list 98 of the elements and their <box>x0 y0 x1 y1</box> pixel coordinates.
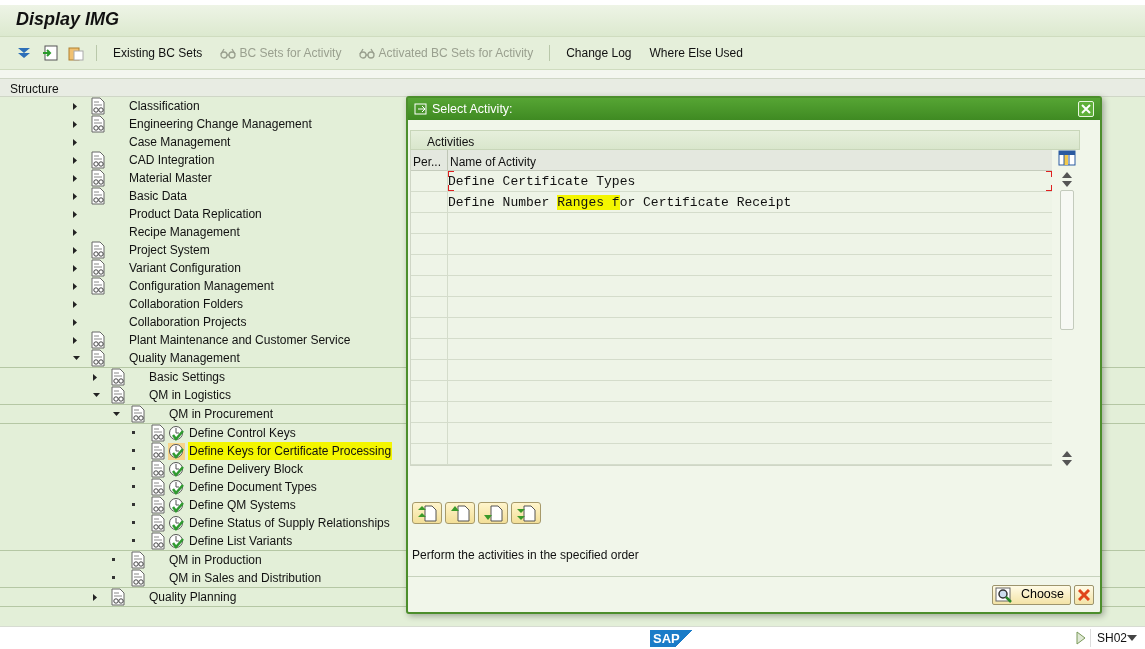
tree-node[interactable]: Quality Management <box>128 349 241 367</box>
clipboard-icon[interactable] <box>68 45 84 61</box>
expand-arrow-icon[interactable] <box>92 372 98 382</box>
expand-arrow-icon[interactable] <box>72 317 78 327</box>
collapse-arrow-icon[interactable] <box>112 411 121 417</box>
expand-arrow-icon[interactable] <box>72 299 78 309</box>
magnifier-icon <box>994 586 1013 603</box>
tree-node[interactable]: Recipe Management <box>128 223 241 241</box>
tree-node[interactable]: Define Control Keys <box>188 424 297 442</box>
bullet-icon <box>132 521 136 525</box>
bullet-icon <box>132 485 136 489</box>
glasses-icon <box>359 47 376 59</box>
expand-arrow-icon[interactable] <box>72 335 78 345</box>
tree-node[interactable]: QM in Sales and Distribution <box>168 569 323 587</box>
sap-logo: SAP <box>650 630 694 647</box>
toolbar-button[interactable]: Change Log <box>560 44 638 62</box>
close-icon <box>1081 104 1091 114</box>
tree-node[interactable]: Define List Variants <box>188 532 294 550</box>
window-title: Display IMG <box>16 9 121 31</box>
tree-node[interactable]: Classification <box>128 97 201 115</box>
bullet-icon <box>132 449 136 453</box>
tree-node[interactable]: Basic Settings <box>148 368 227 386</box>
order-button[interactable] <box>445 502 475 524</box>
tree-node[interactable]: Collaboration Folders <box>128 295 245 313</box>
expand-arrow-icon[interactable] <box>72 155 78 165</box>
move-up-icon <box>450 504 470 522</box>
expand-arrow-icon[interactable] <box>72 281 78 291</box>
tree-node[interactable]: CAD Integration <box>128 151 216 169</box>
tree-node[interactable]: Define Keys for Certificate Processing <box>188 442 393 460</box>
instruction-text: Perform the activities in the specified order <box>412 547 640 564</box>
move-to-bottom-icon <box>516 504 536 522</box>
tree-node[interactable]: QM in Logistics <box>148 386 233 404</box>
scroll-down-icon[interactable] <box>1062 181 1072 187</box>
dialog-icon <box>414 103 428 115</box>
tree-node[interactable]: QM in Production <box>168 551 263 569</box>
bullet-icon <box>132 467 136 471</box>
activity-cell[interactable]: Define Number Ranges for Certificate Receipt <box>448 192 1052 212</box>
order-button[interactable] <box>478 502 508 524</box>
bullet-icon <box>112 576 116 580</box>
collapse-arrow-icon[interactable] <box>72 355 81 361</box>
dialog-title: Select Activity: <box>432 100 513 118</box>
column-header[interactable]: Per... <box>411 150 448 170</box>
tree-node[interactable]: Product Data Replication <box>128 205 263 223</box>
dropdown-arrow-icon[interactable] <box>1127 634 1137 642</box>
expand-arrow-icon[interactable] <box>72 209 78 219</box>
section-header: Activities <box>410 130 1080 150</box>
close-button[interactable] <box>1078 101 1094 117</box>
expand-all-icon[interactable] <box>16 46 32 60</box>
expand-arrow-icon[interactable] <box>72 101 78 111</box>
cancel-button[interactable] <box>1074 584 1094 605</box>
cancel-icon <box>1078 588 1090 601</box>
tree-node[interactable]: Collaboration Projects <box>128 313 248 331</box>
expand-arrow-icon[interactable] <box>72 119 78 129</box>
tree-node[interactable]: Plant Maintenance and Customer Service <box>128 331 352 349</box>
toolbar-button[interactable]: Existing BC Sets <box>107 44 209 62</box>
scroll-up-icon[interactable] <box>1062 451 1072 457</box>
tree-node[interactable]: Define Document Types <box>188 478 318 496</box>
column-settings-icon[interactable] <box>1058 150 1076 166</box>
bullet-icon <box>112 558 116 562</box>
expand-arrow-icon[interactable] <box>72 137 78 147</box>
bullet-icon <box>132 503 136 507</box>
column-header[interactable]: Name of Activity <box>448 150 539 170</box>
tree-node[interactable]: Define QM Systems <box>188 496 297 514</box>
bullet-icon <box>132 431 136 435</box>
tree-node[interactable]: Basic Data <box>128 187 189 205</box>
bullet-icon <box>132 539 136 543</box>
tree-node[interactable]: Quality Planning <box>148 588 238 606</box>
tree-node[interactable]: Define Status of Supply Relationships <box>188 514 391 532</box>
order-button[interactable] <box>412 502 442 524</box>
import-icon[interactable] <box>42 45 58 61</box>
expand-arrow-icon[interactable] <box>92 592 98 602</box>
expand-arrow-icon[interactable] <box>72 191 78 201</box>
tree-node[interactable]: QM in Procurement <box>168 405 275 423</box>
expand-arrow-icon[interactable] <box>72 245 78 255</box>
scroll-up-icon[interactable] <box>1062 172 1072 178</box>
system-id[interactable]: SH02 <box>1089 629 1127 647</box>
tree-node[interactable]: Engineering Change Management <box>128 115 313 133</box>
scroll-down-icon[interactable] <box>1062 460 1072 466</box>
play-icon[interactable] <box>1075 631 1086 645</box>
choose-button[interactable]: Choose <box>991 584 1071 605</box>
expand-arrow-icon[interactable] <box>72 173 78 183</box>
toolbar-button[interactable]: Where Else Used <box>643 44 749 62</box>
order-button[interactable] <box>511 502 541 524</box>
scrollbar-track[interactable] <box>1060 190 1074 330</box>
expand-arrow-icon[interactable] <box>72 227 78 237</box>
tree-node[interactable]: Define Delivery Block <box>188 460 305 478</box>
tree-node[interactable]: Project System <box>128 241 211 259</box>
activity-cell[interactable]: Define Certificate Types <box>448 171 1052 191</box>
tree-node[interactable]: Variant Configuration <box>128 259 242 277</box>
column-header: Structure <box>0 78 1145 97</box>
collapse-arrow-icon[interactable] <box>92 392 101 398</box>
expand-arrow-icon[interactable] <box>72 263 78 273</box>
tree-node[interactable]: Configuration Management <box>128 277 275 295</box>
move-down-icon <box>483 504 503 522</box>
tree-node[interactable]: Material Master <box>128 169 213 187</box>
glasses-icon <box>220 47 237 59</box>
tree-node[interactable]: Case Management <box>128 133 232 151</box>
move-to-top-icon <box>417 504 437 522</box>
